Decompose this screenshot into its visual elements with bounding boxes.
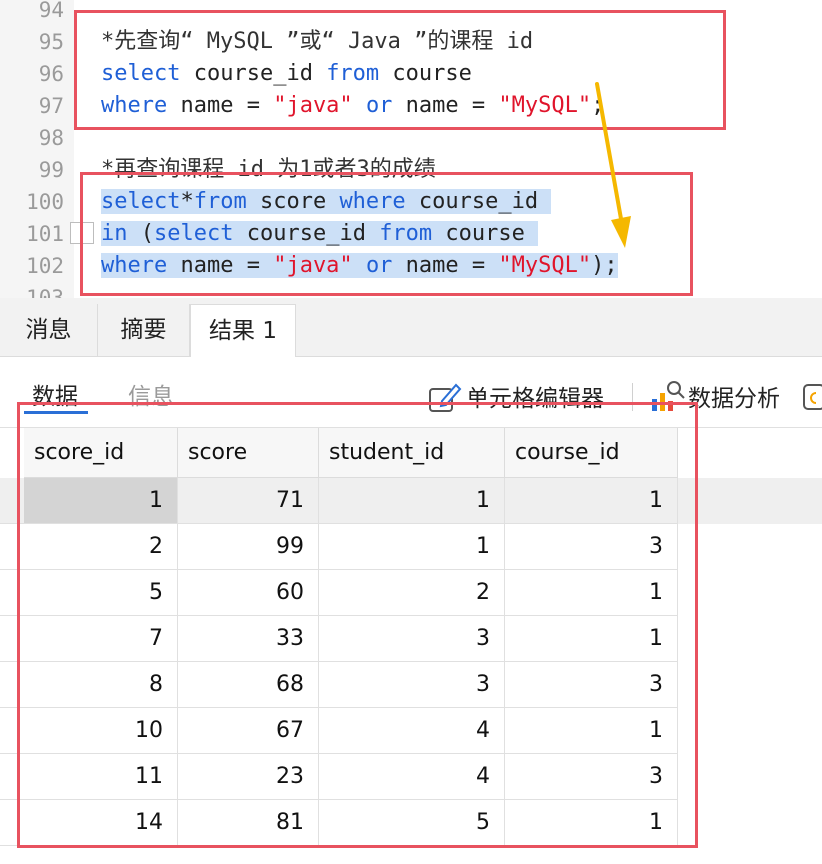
line-number: 103 xyxy=(26,286,64,298)
line-number: 98 xyxy=(38,126,64,150)
line-number: 94 xyxy=(38,0,64,22)
data-analysis-button[interactable]: 数据分析 xyxy=(688,379,780,413)
line-number: 99 xyxy=(38,158,64,182)
tab-result-1[interactable]: 结果 1 xyxy=(190,304,296,357)
annotation-arrow xyxy=(595,82,631,248)
line-number: 100 xyxy=(26,190,64,214)
annotation-box-result xyxy=(17,402,698,848)
line-number: 95 xyxy=(38,30,64,54)
tab-summary[interactable]: 摘要 xyxy=(98,304,190,356)
tab-messages[interactable]: 消息 xyxy=(0,304,98,356)
line-number: 97 xyxy=(38,94,64,118)
line-number: 101 xyxy=(26,222,64,246)
more-tools-icon[interactable] xyxy=(802,383,822,411)
line-number: 102 xyxy=(26,254,64,278)
line-number: 96 xyxy=(38,62,64,86)
result-tabs: 消息 摘要 结果 1 xyxy=(0,298,822,357)
